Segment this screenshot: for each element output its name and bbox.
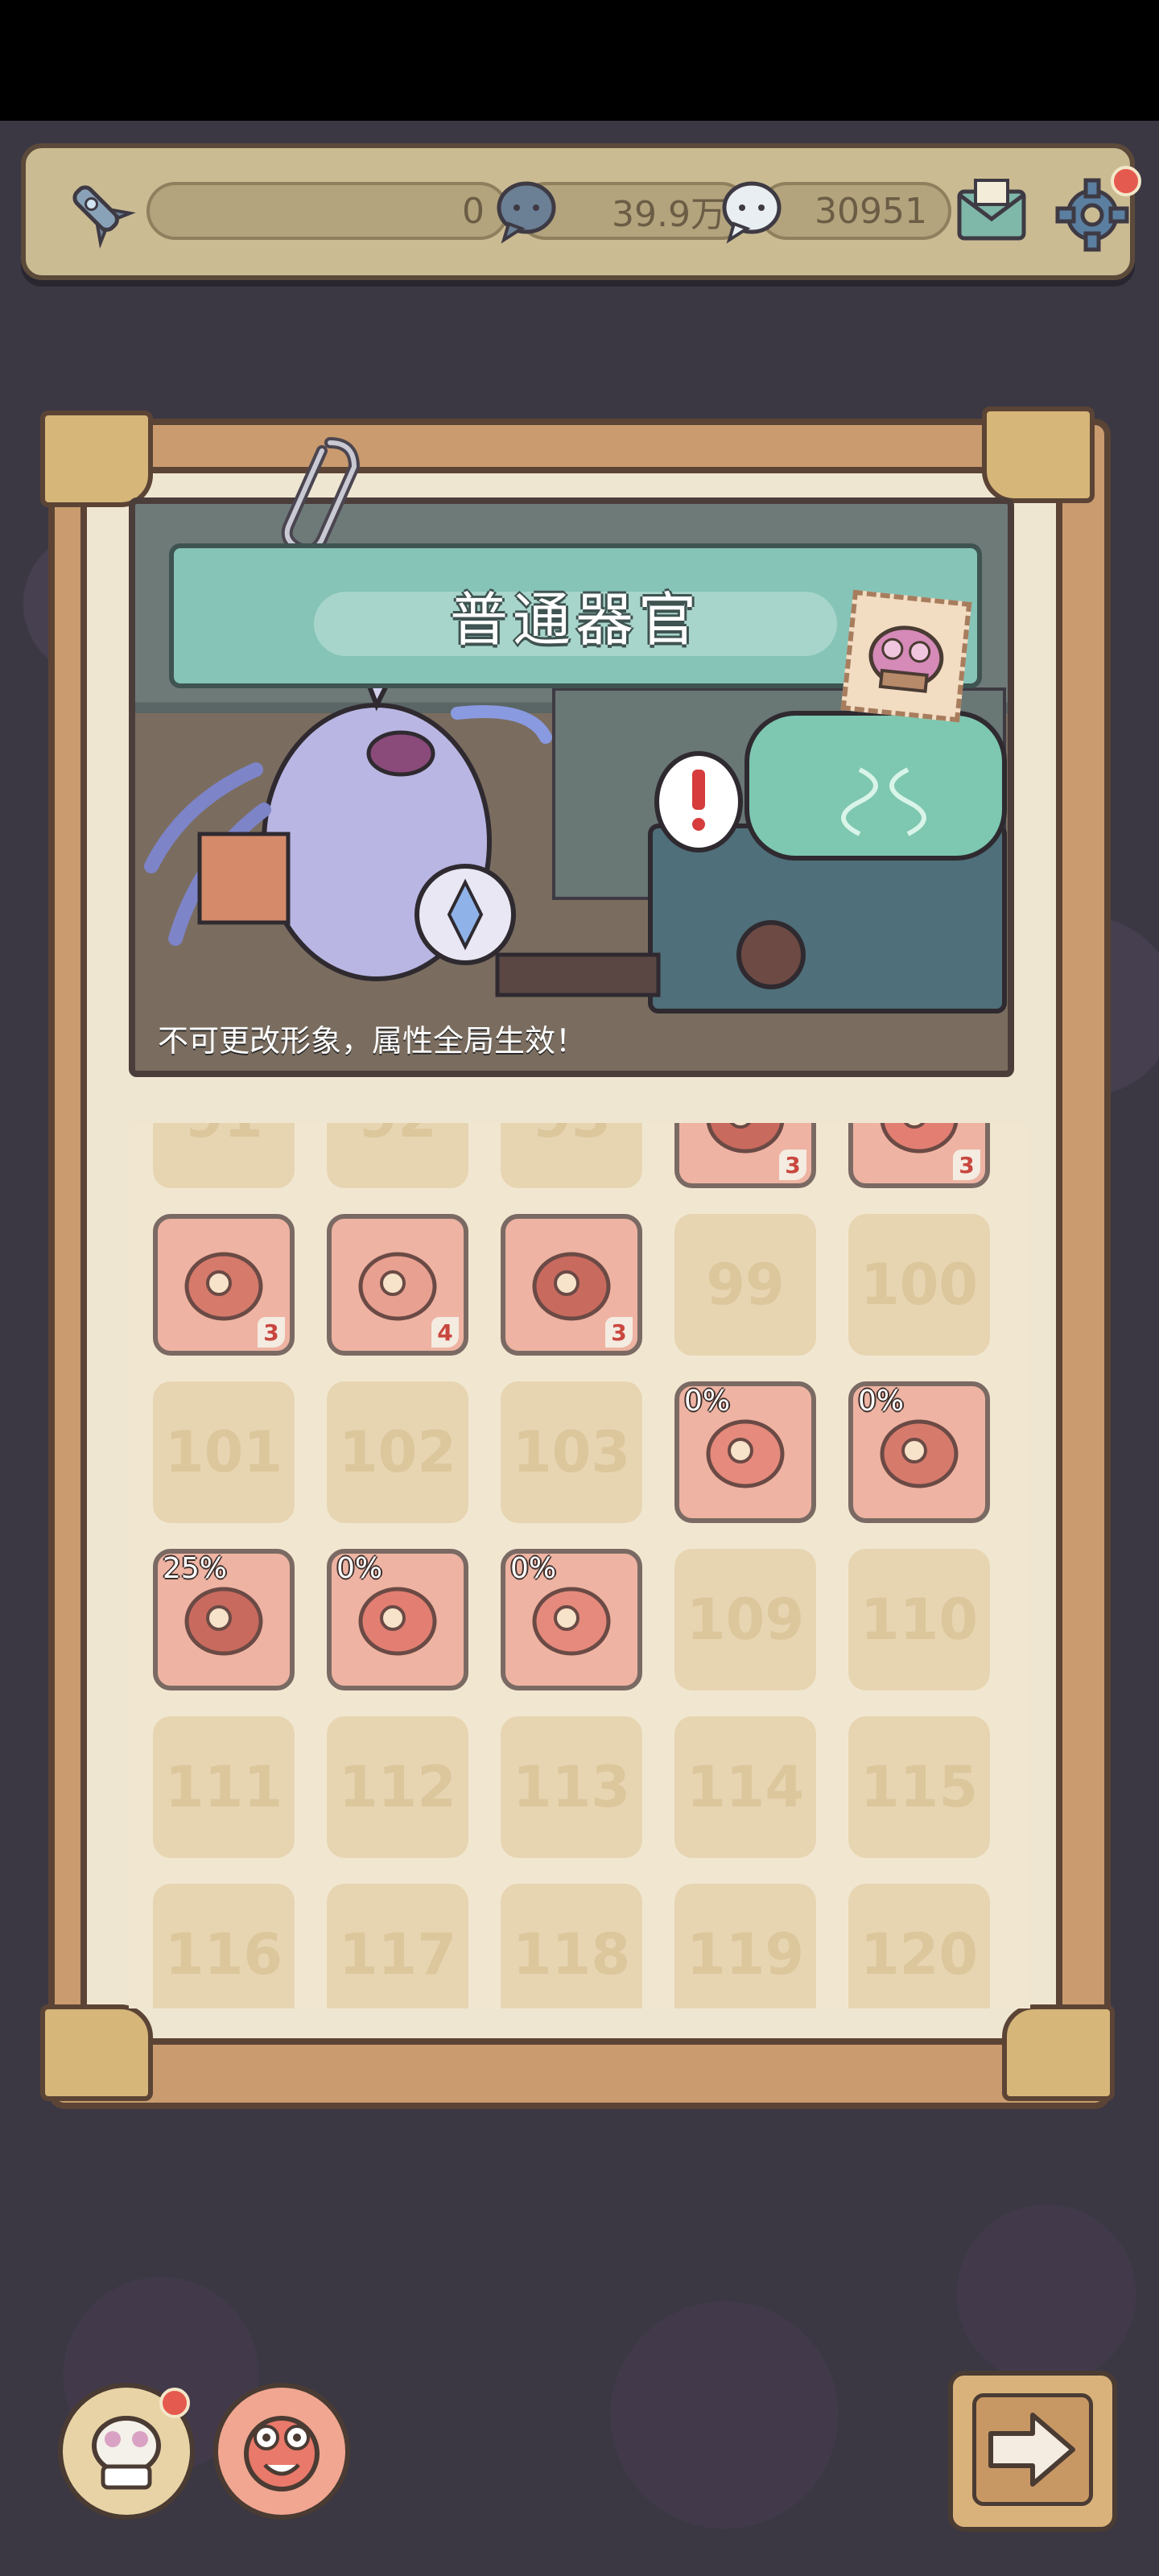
status-bar xyxy=(0,0,1159,121)
banner-caption: 不可更改形象，属性全局生效！ xyxy=(158,1023,587,1059)
empty-organ-slot[interactable]: 116 xyxy=(153,1884,295,2008)
organ-slot[interactable]: 0% xyxy=(674,1381,816,1523)
progress-percent: 25% xyxy=(163,1552,228,1585)
organ-slot[interactable]: 0% xyxy=(848,1381,990,1523)
slot-number: 99 xyxy=(706,1252,785,1318)
slot-number: 92 xyxy=(327,1123,468,1188)
slot-number: 93 xyxy=(501,1123,642,1188)
organ-slot[interactable]: 3 xyxy=(501,1214,642,1356)
organ-collection-button[interactable] xyxy=(58,2383,195,2520)
empty-organ-slot[interactable]: 114 xyxy=(674,1716,816,1858)
slot-number: 119 xyxy=(686,1922,805,1988)
organ-slot[interactable]: 0% xyxy=(501,1549,642,1690)
next-button-face xyxy=(972,2393,1093,2506)
frame-corner xyxy=(1002,2004,1115,2101)
slot-number: 112 xyxy=(338,1754,457,1820)
speech-bubble-icon xyxy=(493,177,560,245)
empty-organ-slot[interactable]: 111 xyxy=(153,1716,295,1858)
resource-counter-1: 0 xyxy=(146,182,509,240)
slot-number: 115 xyxy=(860,1754,979,1820)
progress-percent: 0% xyxy=(684,1385,731,1418)
empty-organ-slot[interactable]: 103 xyxy=(501,1381,642,1523)
slot-number: 120 xyxy=(860,1922,979,1988)
progress-percent: 0% xyxy=(510,1552,557,1585)
empty-organ-slot[interactable]: 92 xyxy=(327,1123,468,1188)
arrow-right-icon xyxy=(988,2413,1075,2487)
organ-slot[interactable]: 25% xyxy=(153,1549,295,1690)
organ-slot[interactable]: 4 xyxy=(327,1214,468,1356)
next-button[interactable] xyxy=(948,2371,1117,2532)
character-button[interactable] xyxy=(213,2383,350,2520)
slot-number: 110 xyxy=(860,1587,979,1653)
item-count-badge: 3 xyxy=(605,1317,633,1348)
item-count-badge: 3 xyxy=(953,1150,980,1180)
resource-value-1: 0 xyxy=(462,190,485,232)
slot-number: 114 xyxy=(686,1754,805,1820)
organ-slot[interactable]: 3 xyxy=(153,1214,295,1356)
empty-organ-slot[interactable]: 93 xyxy=(501,1123,642,1188)
organ-stamp-icon[interactable] xyxy=(840,589,972,723)
slot-number: 102 xyxy=(338,1419,457,1485)
slot-number: 113 xyxy=(512,1754,631,1820)
speech-bubble-icon xyxy=(718,177,786,245)
notification-dot xyxy=(159,2388,190,2418)
empty-organ-slot[interactable]: 91 xyxy=(153,1123,295,1188)
rocket-icon[interactable] xyxy=(58,171,138,251)
empty-organ-slot[interactable]: 112 xyxy=(327,1716,468,1858)
empty-organ-slot[interactable]: 102 xyxy=(327,1381,468,1523)
slot-number: 118 xyxy=(512,1922,631,1988)
organ-slot[interactable]: 3 xyxy=(848,1123,990,1188)
progress-percent: 0% xyxy=(336,1552,383,1585)
banner-title: 普通器官 xyxy=(449,586,701,654)
empty-organ-slot[interactable]: 101 xyxy=(153,1381,295,1523)
progress-percent: 0% xyxy=(858,1385,905,1418)
empty-organ-slot[interactable]: 118 xyxy=(501,1884,642,2008)
gear-icon[interactable] xyxy=(1048,166,1141,259)
item-count-badge: 3 xyxy=(258,1317,285,1348)
resource-counter-3: 30951 xyxy=(758,182,951,240)
slot-number: 117 xyxy=(338,1922,457,1988)
empty-organ-slot[interactable]: 100 xyxy=(848,1214,990,1356)
monster-face-icon xyxy=(244,2416,320,2491)
empty-organ-slot[interactable]: 113 xyxy=(501,1716,642,1858)
organ-slot[interactable]: 0% xyxy=(327,1549,468,1690)
mail-icon[interactable] xyxy=(951,172,1032,253)
slot-number: 109 xyxy=(686,1587,805,1653)
empty-organ-slot[interactable]: 117 xyxy=(327,1884,468,2008)
slot-number: 91 xyxy=(153,1123,295,1188)
slot-number: 100 xyxy=(860,1252,979,1318)
resource-bar: 0 39.9万 30951 xyxy=(21,143,1141,280)
organ-grid[interactable]: 91 92 93 3 3 3 4 3 99 100 101 102 103 0% 0% 25% 0% 0% 109 1… xyxy=(129,1123,1030,2008)
empty-organ-slot[interactable]: 120 xyxy=(848,1884,990,2008)
resource-value-3: 30951 xyxy=(815,190,927,232)
resource-value-2: 39.9万 xyxy=(612,194,726,235)
slot-number: 116 xyxy=(164,1922,283,1988)
frame-corner xyxy=(982,407,1095,503)
organ-slot[interactable]: 3 xyxy=(674,1123,816,1188)
item-count-badge: 4 xyxy=(431,1317,459,1348)
slot-number: 101 xyxy=(164,1419,283,1485)
slot-number: 111 xyxy=(164,1754,283,1820)
empty-organ-slot[interactable]: 109 xyxy=(674,1549,816,1690)
empty-organ-slot[interactable]: 110 xyxy=(848,1549,990,1690)
notification-dot xyxy=(1111,166,1141,196)
slot-number: 103 xyxy=(512,1419,631,1485)
frame-corner xyxy=(40,411,153,507)
item-count-badge: 3 xyxy=(779,1150,806,1180)
empty-organ-slot[interactable]: 119 xyxy=(674,1884,816,2008)
empty-organ-slot[interactable]: 99 xyxy=(674,1214,816,1356)
empty-organ-slot[interactable]: 115 xyxy=(848,1716,990,1858)
frame-corner xyxy=(40,2004,153,2101)
